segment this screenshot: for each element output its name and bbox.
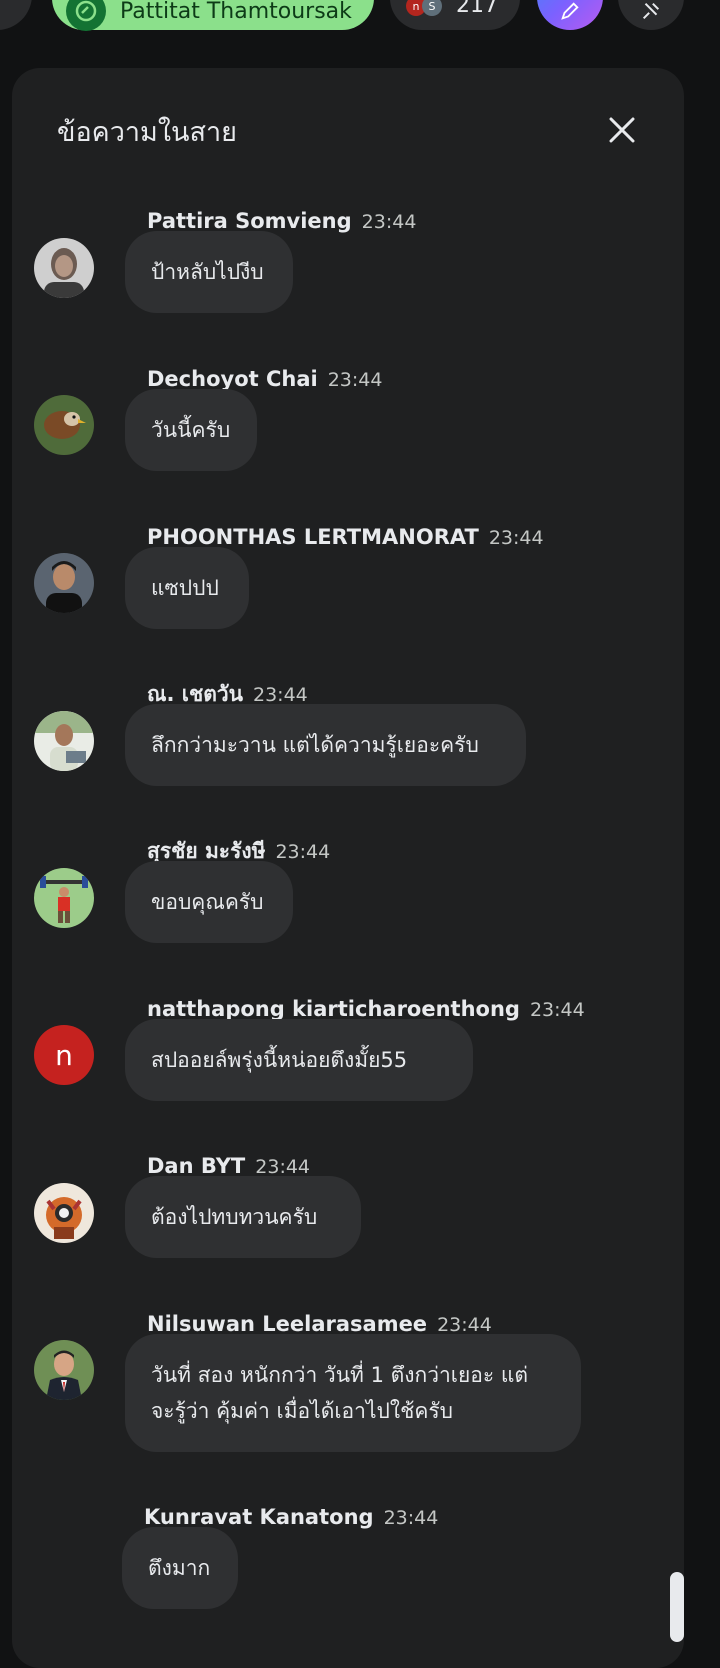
sender-name: Pattira Somvieng	[147, 209, 352, 233]
presenter-name: Pattitat Thamtoursak	[120, 0, 352, 24]
message-time: 23:44	[488, 527, 544, 549]
message-bubble: ลึกกว่ามะวาน แต่ได้ความรู้เยอะครับ	[125, 704, 526, 786]
sender-name: ณ. เชตวัน	[147, 682, 243, 706]
call-top-bar: Pattitat Thamtoursak n S 217	[0, 0, 720, 50]
sender-name: สุรชัย มะรังษี	[147, 839, 266, 863]
message-text: ตึงมาก	[148, 1556, 211, 1580]
message-bubble: สปออยล์พรุ่งนี้หน่อยตึงมั้ย55	[125, 1019, 473, 1101]
panel-header: ข้อความในสาย	[12, 68, 684, 188]
sender-name: Dechoyot Chai	[147, 367, 318, 391]
message-text: ต้องไปทบทวนครับ	[151, 1205, 318, 1229]
panel-title: ข้อความในสาย	[57, 117, 237, 148]
mini-avatar-s: S	[422, 0, 442, 16]
edit-button[interactable]	[537, 0, 603, 30]
message-bubble: ป้าหลับไปงีบ	[125, 231, 293, 313]
sender-name: natthapong kiarticharoenthong	[147, 997, 520, 1021]
present-icon	[66, 0, 106, 31]
sender-name: PHOONTHAS LERTMANORAT	[147, 525, 479, 549]
message-bubble: ต้องไปทบทวนครับ	[125, 1176, 361, 1258]
message-time: 23:44	[255, 1156, 311, 1178]
avatar[interactable]	[34, 1183, 94, 1243]
close-button[interactable]	[598, 106, 646, 154]
message-text: สปออยล์พรุ่งนี้หน่อยตึงมั้ย55	[151, 1048, 408, 1072]
message-time: 23:44	[383, 1507, 439, 1529]
message-time: 23:44	[361, 211, 417, 233]
avatar[interactable]	[34, 238, 94, 298]
message-time: 23:44	[437, 1314, 492, 1336]
message-text-line: จะรู้ว่า คุ้มค่า เมื่อได้เอาไปใช้ครับ	[151, 1399, 453, 1423]
message-text: ป้าหลับไปงีบ	[151, 260, 264, 284]
message-bubble: วันที่ สอง หนักกว่า วันที่ 1 ตึงกว่าเยอะ…	[125, 1334, 581, 1452]
avatar[interactable]: n	[34, 1025, 94, 1085]
scrollbar-thumb[interactable]	[670, 1572, 684, 1642]
avatar[interactable]	[34, 395, 94, 455]
message-bubble: แซปปป	[125, 547, 249, 629]
message-text: วันนี้ครับ	[151, 418, 231, 442]
avatar[interactable]	[34, 711, 94, 771]
message-time: 23:44	[327, 369, 383, 391]
avatar[interactable]	[34, 553, 94, 613]
pencil-icon	[561, 2, 579, 20]
message-text: ลึกกว่ามะวาน แต่ได้ความรู้เยอะครับ	[151, 733, 479, 757]
message-time: 23:44	[529, 999, 585, 1021]
pin-button[interactable]	[618, 0, 684, 30]
message-bubble: ตึงมาก	[122, 1527, 238, 1609]
avatar-letter: n	[55, 1038, 73, 1072]
message-time: 23:44	[275, 841, 331, 863]
avatar[interactable]	[34, 868, 94, 928]
message-time: 23:44	[253, 684, 308, 706]
message-text: ขอบคุณครับ	[151, 890, 264, 914]
in-call-messages-panel: ข้อความในสาย Pattira Somvieng 23:44 ป้าหล…	[12, 68, 684, 1668]
sender-name: Kunravat Kanatong	[144, 1505, 374, 1529]
close-icon	[609, 117, 635, 143]
message-text: แซปปป	[151, 576, 219, 600]
sender-name: Dan BYT	[147, 1154, 246, 1178]
message-bubble: ขอบคุณครับ	[125, 861, 293, 943]
presenter-pill[interactable]: Pattitat Thamtoursak	[52, 0, 374, 31]
avatar[interactable]	[34, 1340, 94, 1400]
message-bubble: วันนี้ครับ	[125, 389, 257, 471]
pin-icon	[642, 2, 660, 20]
message-text-line: วันที่ สอง หนักกว่า วันที่ 1 ตึงกว่าเยอะ…	[151, 1363, 529, 1387]
sender-name: Nilsuwan Leelarasamee	[147, 1312, 428, 1336]
participants-button[interactable]: n S 217	[390, 0, 520, 30]
participant-count: 217	[456, 0, 498, 18]
back-button[interactable]	[0, 0, 32, 30]
